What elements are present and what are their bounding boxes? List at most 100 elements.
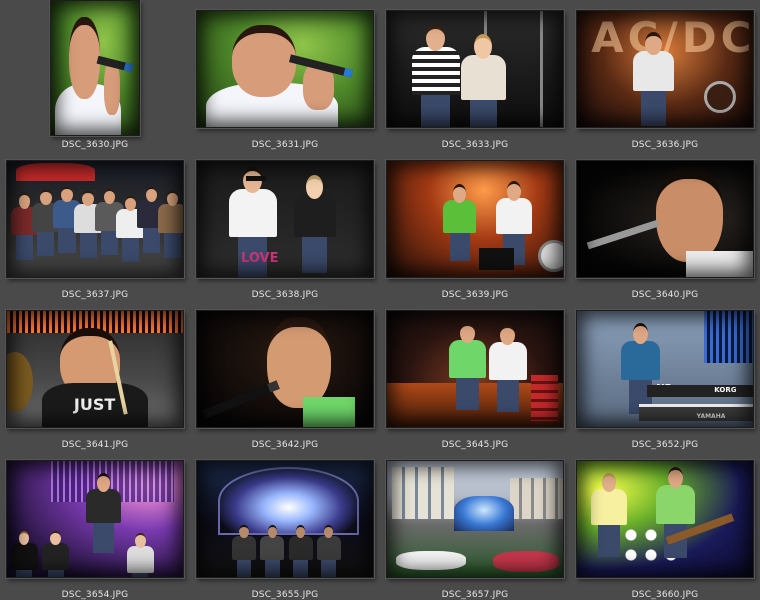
face bbox=[656, 166, 724, 263]
person-head bbox=[50, 530, 62, 546]
photo-filename: DSC_3645.JPG bbox=[441, 440, 509, 450]
person-head bbox=[61, 186, 73, 202]
person-torso bbox=[232, 535, 257, 560]
yamaha-logo: YAMAHA bbox=[696, 413, 726, 421]
person-torso bbox=[288, 535, 313, 560]
photo-thumbnail[interactable] bbox=[576, 460, 754, 578]
person-legs bbox=[293, 559, 308, 577]
photo-thumbnail[interactable] bbox=[6, 460, 184, 578]
person-head bbox=[453, 184, 467, 203]
person-legs bbox=[302, 236, 328, 273]
audience-member bbox=[316, 524, 341, 577]
flower-bed bbox=[395, 551, 467, 571]
photo-thumbnail-cell[interactable]: DSC_3654.JPG bbox=[0, 0, 190, 600]
stairs bbox=[531, 374, 558, 422]
photo-thumbnail[interactable] bbox=[196, 460, 374, 578]
guitarist bbox=[656, 466, 696, 558]
person-torso bbox=[86, 488, 121, 524]
monitor-speaker bbox=[478, 248, 514, 270]
bass-drum bbox=[538, 239, 563, 272]
photo-thumbnail[interactable] bbox=[386, 460, 564, 578]
person-torso bbox=[228, 189, 277, 238]
microphone bbox=[201, 379, 280, 419]
person-head bbox=[40, 190, 52, 206]
person-head bbox=[506, 180, 522, 201]
photo-thumbnail[interactable] bbox=[386, 310, 564, 428]
audience-member bbox=[260, 524, 285, 577]
photo-thumbnail[interactable]: LOVE bbox=[196, 160, 374, 278]
person-head bbox=[239, 524, 249, 538]
singer bbox=[86, 472, 121, 554]
microphone bbox=[586, 219, 659, 249]
person-torso bbox=[42, 543, 70, 571]
flower-bed bbox=[492, 551, 560, 573]
photo-filename: DSC_3652.JPG bbox=[631, 440, 699, 450]
person-legs bbox=[15, 570, 33, 577]
led-panel bbox=[703, 311, 753, 364]
just-print: JUST bbox=[73, 394, 116, 414]
photo-thumbnail-cell[interactable]: DSC_3655.JPG bbox=[190, 0, 380, 600]
photo-filename: DSC_3639.JPG bbox=[441, 290, 509, 300]
building bbox=[510, 478, 563, 519]
photo-filename: DSC_3657.JPG bbox=[441, 590, 509, 600]
photo-thumbnail[interactable] bbox=[386, 160, 564, 278]
thumbnail-vignette bbox=[197, 161, 373, 277]
photo-thumbnail[interactable]: JUST bbox=[6, 310, 184, 428]
person-torso bbox=[316, 535, 341, 560]
person-torso bbox=[293, 194, 336, 237]
audience-member bbox=[232, 524, 257, 577]
crowd-person bbox=[158, 191, 183, 258]
fan bbox=[42, 530, 70, 577]
photo-thumbnail-cell[interactable]: DSC_3657.JPG bbox=[380, 0, 570, 600]
photo-thumbnail[interactable] bbox=[576, 160, 754, 278]
person-legs bbox=[47, 570, 64, 577]
person-torso bbox=[656, 484, 696, 524]
love-print: LOVE bbox=[241, 251, 279, 267]
sunglasses bbox=[246, 176, 267, 182]
face bbox=[267, 316, 331, 408]
keyboard bbox=[647, 385, 753, 398]
person-torso bbox=[443, 199, 477, 233]
green-shirt bbox=[302, 396, 356, 427]
person-torso bbox=[158, 204, 183, 233]
red-tent bbox=[15, 163, 95, 181]
keyboard-player bbox=[621, 322, 660, 414]
person-legs bbox=[236, 559, 252, 577]
person-torso bbox=[260, 535, 285, 560]
photo-thumbnail[interactable]: N5KORGYAMAHA bbox=[576, 310, 754, 428]
person-torso bbox=[489, 342, 527, 380]
person-legs bbox=[265, 559, 280, 577]
photo-filename: DSC_3654.JPG bbox=[61, 590, 129, 600]
photo-filename: DSC_3641.JPG bbox=[61, 440, 129, 450]
person-torso bbox=[496, 197, 533, 234]
photo-filename: DSC_3642.JPG bbox=[251, 440, 319, 450]
cymbal bbox=[7, 351, 33, 412]
person-torso bbox=[591, 489, 628, 526]
person-legs bbox=[132, 572, 149, 577]
person-head bbox=[124, 195, 137, 212]
person-head bbox=[267, 524, 278, 538]
woman-black-jacket bbox=[293, 174, 336, 273]
person-head bbox=[306, 174, 324, 199]
photo-filename: DSC_3640.JPG bbox=[631, 290, 699, 300]
person-legs bbox=[496, 379, 520, 413]
person-head bbox=[632, 322, 649, 344]
photo-thumbnail[interactable] bbox=[196, 310, 374, 428]
person-torso bbox=[621, 340, 660, 380]
guitarist-green bbox=[443, 184, 477, 262]
singer-woman bbox=[591, 472, 628, 557]
person-head bbox=[96, 472, 111, 492]
person-head bbox=[145, 186, 158, 202]
guitarist-green bbox=[448, 322, 487, 411]
person-legs bbox=[598, 525, 620, 557]
photo-filename: DSC_3638.JPG bbox=[251, 290, 319, 300]
photo-thumbnail[interactable] bbox=[6, 160, 184, 278]
korg-logo: KORG bbox=[714, 385, 737, 394]
fan bbox=[126, 532, 154, 577]
person-legs bbox=[449, 232, 470, 262]
person-legs bbox=[93, 523, 114, 554]
person-legs bbox=[456, 377, 479, 411]
person-head bbox=[134, 532, 146, 548]
photo-thumbnail-cell[interactable]: DSC_3660.JPG bbox=[570, 0, 760, 600]
stage bbox=[453, 495, 514, 531]
